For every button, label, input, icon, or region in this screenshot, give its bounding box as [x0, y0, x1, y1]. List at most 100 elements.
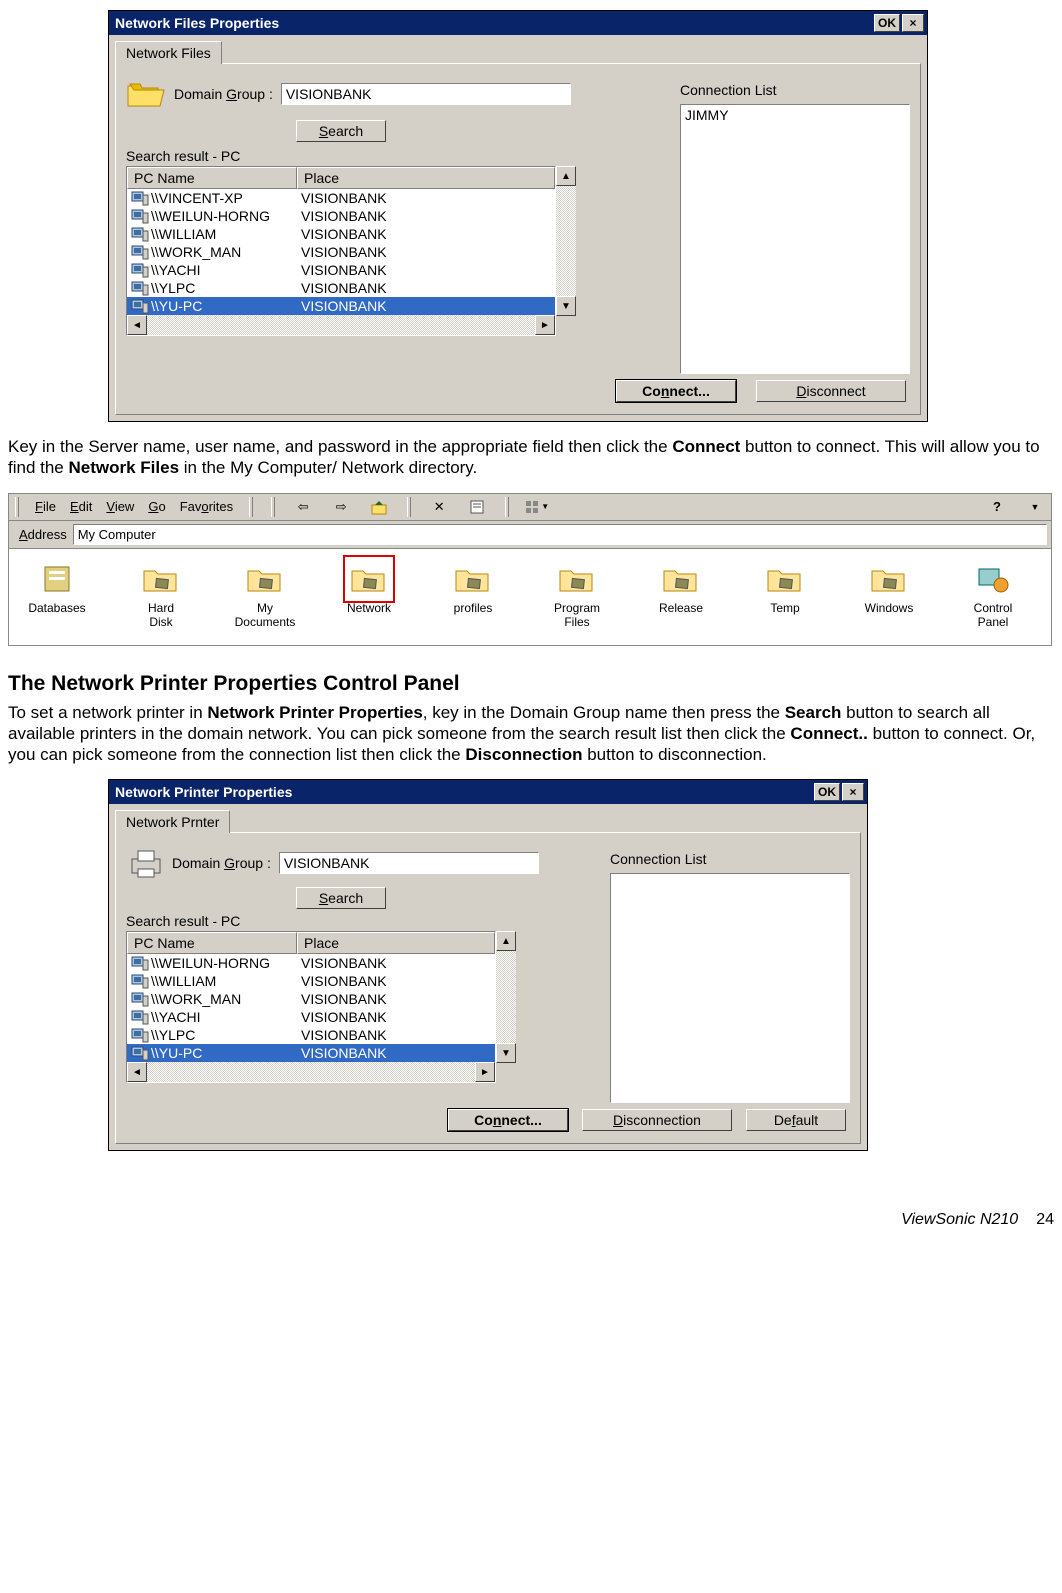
ok-button[interactable]: OK: [874, 14, 900, 32]
domain-group-label: Domain Group :: [174, 86, 273, 102]
connection-list-label: Connection List: [680, 82, 910, 98]
folder-item-temp[interactable]: Temp: [745, 561, 825, 629]
list-row[interactable]: \\WEILUN-HORNGVISIONBANK: [127, 207, 555, 225]
col-place[interactable]: Place: [297, 932, 495, 954]
tab-network-files[interactable]: Network Files: [115, 41, 222, 64]
tab-network-printer[interactable]: Network Prnter: [115, 810, 230, 833]
folder-item-control-panel[interactable]: ControlPanel: [953, 561, 1033, 629]
menu-go[interactable]: Go: [148, 499, 165, 514]
folder-item-profiles[interactable]: profiles: [433, 561, 513, 629]
connection-list[interactable]: [610, 873, 850, 1103]
scroll-corner: [496, 1063, 516, 1083]
col-pc-name[interactable]: PC Name: [127, 932, 297, 954]
grip-icon: [249, 497, 253, 517]
titlebar[interactable]: Network Files Properties OK ×: [109, 11, 927, 35]
forward-button[interactable]: ⇨: [329, 496, 353, 518]
search-button[interactable]: Search: [296, 887, 386, 909]
properties-button[interactable]: [465, 496, 489, 518]
domain-group-input[interactable]: VISIONBANK: [279, 852, 539, 874]
paragraph-1: Key in the Server name, user name, and p…: [8, 436, 1054, 479]
folder-open-icon: [126, 76, 166, 112]
grip-icon: [505, 497, 509, 517]
folder-item-network[interactable]: Network: [329, 561, 409, 629]
scroll-up-button[interactable]: ▲: [496, 931, 516, 951]
search-button[interactable]: Search: [296, 120, 386, 142]
list-row[interactable]: \\YU-PCVISIONBANK: [127, 1044, 495, 1062]
menu-edit[interactable]: Edit: [70, 499, 92, 514]
domain-group-label: Domain Group :: [172, 855, 271, 871]
vscroll-track[interactable]: [556, 186, 576, 296]
close-button[interactable]: ×: [902, 14, 924, 32]
heading-printer: The Network Printer Properties Control P…: [8, 672, 1054, 696]
paragraph-2: To set a network printer in Network Prin…: [8, 702, 1054, 766]
back-button[interactable]: ⇦: [291, 496, 315, 518]
default-button[interactable]: Default: [746, 1109, 846, 1131]
list-row[interactable]: \\WEILUN-HORNGVISIONBANK: [127, 954, 495, 972]
list-row[interactable]: \\WORK_MANVISIONBANK: [127, 243, 555, 261]
folder-item-release[interactable]: Release: [641, 561, 721, 629]
col-place[interactable]: Place: [297, 167, 555, 189]
search-result-list[interactable]: PC Name Place \\WEILUN-HORNGVISIONBANK\\…: [126, 931, 496, 1083]
list-row[interactable]: \\WORK_MANVISIONBANK: [127, 990, 495, 1008]
folder-item-databases[interactable]: Databases: [17, 561, 97, 629]
menu-view[interactable]: View: [106, 499, 134, 514]
connect-button[interactable]: Connect...: [448, 1109, 568, 1131]
up-button[interactable]: [367, 496, 391, 518]
list-row[interactable]: \\YLPCVISIONBANK: [127, 1026, 495, 1044]
address-field[interactable]: My Computer: [73, 524, 1047, 545]
list-row[interactable]: \\WILLIAMVISIONBANK: [127, 225, 555, 243]
connect-button[interactable]: Connect...: [616, 380, 736, 402]
ok-button[interactable]: OK: [814, 783, 840, 801]
delete-button[interactable]: ✕: [427, 496, 451, 518]
col-pc-name[interactable]: PC Name: [127, 167, 297, 189]
printer-icon: [126, 845, 166, 881]
folder-item-my-documents[interactable]: MyDocuments: [225, 561, 305, 629]
folder-item-hard-disk[interactable]: HardDisk: [121, 561, 201, 629]
network-files-dialog: Network Files Properties OK × Network Fi…: [108, 10, 928, 422]
scroll-right-button[interactable]: ►: [535, 315, 555, 335]
help-button[interactable]: ?: [985, 496, 1009, 518]
scroll-left-button[interactable]: ◄: [127, 315, 147, 335]
views-button[interactable]: ▼: [525, 496, 549, 518]
window-title: Network Files Properties: [115, 15, 872, 31]
menu-favorites[interactable]: Favorites: [180, 499, 233, 514]
domain-group-input[interactable]: VISIONBANK: [281, 83, 571, 105]
folder-view[interactable]: Databases HardDisk MyDocuments Network profi…: [9, 549, 1051, 645]
address-label: Address: [19, 527, 67, 542]
folder-item-windows[interactable]: Windows: [849, 561, 929, 629]
explorer-window: File Edit View Go Favorites ⇦ ⇨ ✕ ▼ ? ▼ Addr…: [8, 493, 1052, 646]
hscroll-track[interactable]: [147, 1062, 475, 1082]
scroll-left-button[interactable]: ◄: [127, 1062, 147, 1082]
titlebar[interactable]: Network Printer Properties OK ×: [109, 780, 867, 804]
disconnection-button[interactable]: Disconnection: [582, 1109, 732, 1131]
list-body: \\VINCENT-XPVISIONBANK\\WEILUN-HORNGVISI…: [127, 189, 555, 315]
scroll-down-button[interactable]: ▼: [556, 296, 576, 316]
connection-list-item[interactable]: JIMMY: [685, 107, 905, 123]
scroll-down-button[interactable]: ▼: [496, 1043, 516, 1063]
folder-item-program-files[interactable]: ProgramFiles: [537, 561, 617, 629]
list-row[interactable]: \\YACHIVISIONBANK: [127, 1008, 495, 1026]
list-row[interactable]: \\VINCENT-XPVISIONBANK: [127, 189, 555, 207]
scroll-up-button[interactable]: ▲: [556, 166, 576, 186]
window-title: Network Printer Properties: [115, 784, 812, 800]
scroll-corner: [556, 316, 576, 336]
connection-list[interactable]: JIMMY: [680, 104, 910, 374]
scroll-right-button[interactable]: ►: [475, 1062, 495, 1082]
search-result-label: Search result - PC: [126, 913, 590, 929]
list-row[interactable]: \\WILLIAMVISIONBANK: [127, 972, 495, 990]
close-button[interactable]: ×: [842, 783, 864, 801]
search-result-list[interactable]: PC Name Place \\VINCENT-XPVISIONBANK\\WE…: [126, 166, 556, 336]
vscroll-track[interactable]: [496, 951, 516, 1043]
list-row[interactable]: \\YLPCVISIONBANK: [127, 279, 555, 297]
disconnect-button[interactable]: Disconnect: [756, 380, 906, 402]
connection-list-label: Connection List: [610, 851, 850, 867]
grip-icon: [407, 497, 411, 517]
list-row[interactable]: \\YACHIVISIONBANK: [127, 261, 555, 279]
list-row[interactable]: \\YU-PCVISIONBANK: [127, 297, 555, 315]
hscroll-track[interactable]: [147, 315, 535, 335]
dropdown-icon[interactable]: ▼: [1023, 496, 1047, 518]
grip-icon: [15, 497, 19, 517]
search-result-label: Search result - PC: [126, 148, 656, 164]
grip-icon: [271, 497, 275, 517]
menu-file[interactable]: File: [35, 499, 56, 514]
